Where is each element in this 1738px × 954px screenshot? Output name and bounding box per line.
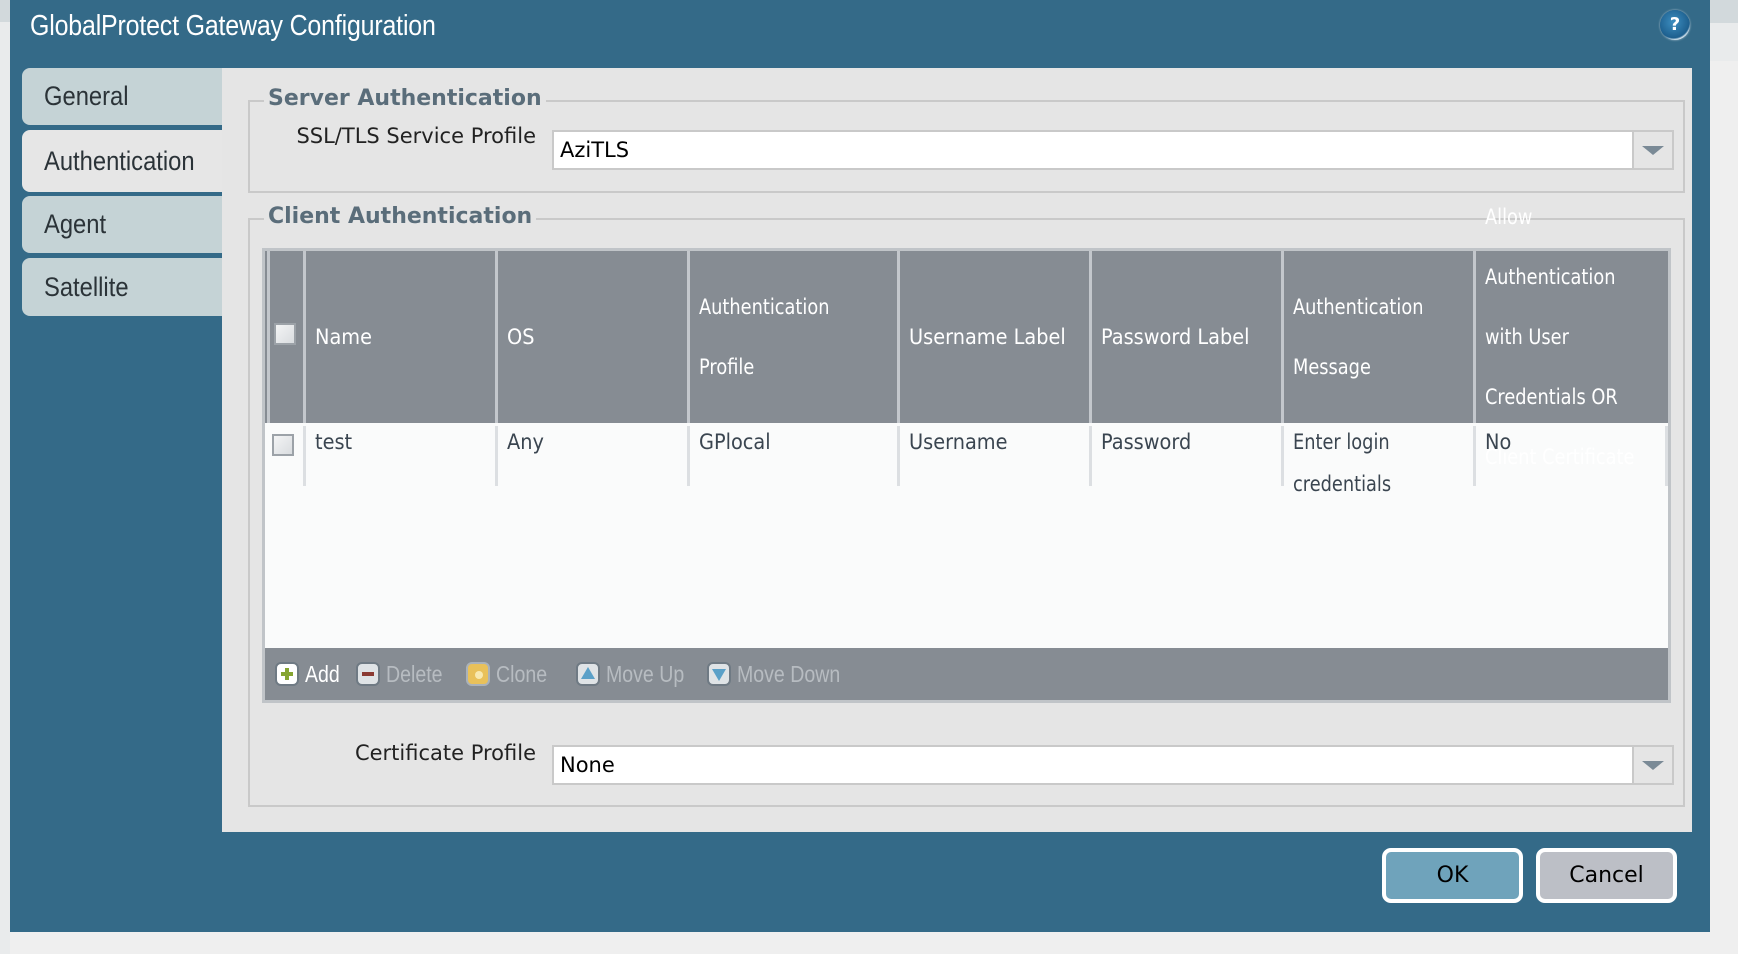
delete-icon — [356, 662, 380, 686]
header-select-all-cell — [267, 251, 303, 423]
delete-button[interactable]: Delete — [356, 659, 452, 689]
chevron-down-icon[interactable] — [1632, 747, 1672, 783]
cell-password-label: Password — [1089, 426, 1281, 486]
authentication-panel: Server Authentication SSL/TLS Service Pr… — [222, 68, 1692, 832]
row-checkbox[interactable] — [272, 434, 294, 456]
certificate-profile-value: None — [560, 753, 615, 777]
column-header-auth-profile[interactable]: Authentication Profile — [687, 251, 897, 423]
ssl-tls-profile-value: AziTLS — [560, 138, 630, 162]
row-select-cell — [267, 426, 303, 486]
cell-allow-auth: No — [1473, 426, 1668, 486]
clone-button[interactable]: Clone — [466, 659, 556, 689]
cell-auth-message: Enter login credentials — [1281, 426, 1473, 495]
ssl-tls-profile-select[interactable]: AziTLS — [552, 130, 1674, 170]
gateway-config-dialog: GlobalProtect Gateway Configuration ? Ge… — [10, 0, 1710, 932]
background-page-right — [1710, 0, 1738, 954]
column-header-name[interactable]: Name — [303, 251, 495, 423]
add-icon — [275, 662, 299, 686]
column-header-auth-message[interactable]: Authentication Message — [1281, 251, 1473, 423]
tab-agent[interactable]: Agent — [22, 196, 222, 253]
table-header: Name OS Authentication Profile Username L… — [265, 205, 1668, 469]
tab-agent-label: Agent — [44, 209, 107, 239]
cell-name[interactable]: test — [303, 426, 495, 486]
column-header-username-label[interactable]: Username Label — [897, 251, 1089, 423]
client-authentication-group: Client Authentication Name OS Authentica… — [248, 204, 1685, 807]
server-authentication-group: Server Authentication SSL/TLS Service Pr… — [248, 86, 1685, 193]
move-down-button[interactable]: Move Down — [707, 659, 858, 689]
chevron-down-icon[interactable] — [1632, 132, 1672, 168]
dialog-title: GlobalProtect Gateway Configuration — [30, 10, 436, 42]
help-icon[interactable]: ? — [1660, 10, 1690, 40]
clone-icon — [466, 662, 490, 686]
tab-satellite[interactable]: Satellite — [22, 258, 222, 316]
cell-username-label: Username — [897, 426, 1089, 486]
select-all-checkbox[interactable] — [274, 323, 296, 345]
client-auth-table: Name OS Authentication Profile Username L… — [262, 205, 1671, 703]
arrow-down-icon — [707, 662, 731, 686]
cancel-button[interactable]: Cancel — [1536, 848, 1677, 903]
column-header-os[interactable]: OS — [495, 251, 687, 423]
cell-os: Any — [495, 426, 687, 486]
ssl-tls-profile-label: SSL/TLS Service Profile — [296, 124, 536, 148]
table-toolbar: Add Delete Clone Move Up Move Down — [265, 648, 1668, 700]
add-button[interactable]: Add — [275, 659, 346, 689]
move-up-button[interactable]: Move Up — [576, 659, 698, 689]
tab-general-label: General — [44, 81, 129, 111]
certificate-profile-select[interactable]: None — [552, 745, 1674, 785]
tab-authentication-label: Authentication — [44, 146, 195, 176]
column-header-password-label[interactable]: Password Label — [1089, 251, 1281, 423]
tab-satellite-label: Satellite — [44, 272, 129, 302]
client-authentication-legend: Client Authentication — [264, 204, 537, 229]
ok-button[interactable]: OK — [1382, 848, 1523, 903]
certificate-profile-label: Certificate Profile — [354, 741, 536, 765]
column-header-allow-auth[interactable]: Allow Authentication with User Credentia… — [1473, 205, 1668, 469]
arrow-up-icon — [576, 662, 600, 686]
cell-auth-profile: GPlocal — [687, 426, 897, 486]
tab-general[interactable]: General — [22, 68, 222, 125]
server-authentication-legend: Server Authentication — [264, 86, 546, 111]
background-page-left — [0, 0, 10, 954]
tab-authentication[interactable]: Authentication — [22, 130, 222, 192]
